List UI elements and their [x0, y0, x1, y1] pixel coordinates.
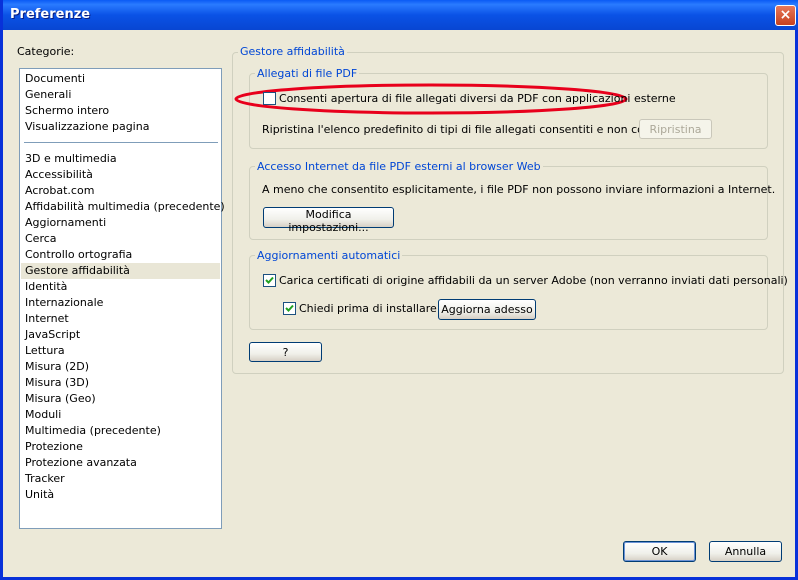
- internet-access-text: A meno che consentito esplicitamente, i …: [262, 183, 776, 196]
- ask-before-install-label: Chiedi prima di installare: [299, 302, 437, 315]
- list-separator: [24, 142, 218, 143]
- category-item[interactable]: Protezione: [25, 439, 83, 455]
- allow-attachments-checkbox[interactable]: [263, 92, 276, 105]
- category-item[interactable]: Misura (3D): [25, 375, 89, 391]
- restore-text: Ripristina l'elenco predefinito di tipi …: [262, 123, 689, 136]
- cancel-button[interactable]: Annulla: [709, 541, 782, 562]
- category-item[interactable]: Multimedia (precedente): [25, 423, 161, 439]
- internet-access-title: Accesso Internet da file PDF esterni al …: [255, 160, 543, 173]
- category-item[interactable]: Schermo intero: [25, 103, 109, 119]
- category-item[interactable]: JavaScript: [25, 327, 80, 343]
- restore-button[interactable]: Ripristina: [639, 119, 712, 139]
- checkmark-icon: [285, 304, 294, 312]
- category-item[interactable]: Aggiornamenti: [25, 215, 106, 231]
- category-item[interactable]: Misura (Geo): [25, 391, 96, 407]
- categories-list[interactable]: Documenti Generali Schermo intero Visualizz…: [19, 68, 225, 529]
- attachments-title: Allegati di file PDF: [255, 67, 360, 80]
- categories-label: Categorie:: [17, 45, 75, 58]
- category-item[interactable]: Protezione avanzata: [25, 455, 137, 471]
- category-item[interactable]: Documenti: [25, 71, 85, 87]
- category-item[interactable]: Misura (2D): [25, 359, 89, 375]
- load-certificates-label: Carica certificati di origine affidabili…: [279, 274, 788, 287]
- category-item[interactable]: Internet: [25, 311, 69, 327]
- ok-button[interactable]: OK: [623, 541, 696, 562]
- category-item[interactable]: Moduli: [25, 407, 61, 423]
- modify-settings-button[interactable]: Modifica impostazioni...: [263, 207, 394, 234]
- category-item[interactable]: Generali: [25, 87, 71, 103]
- ask-before-install-checkbox[interactable]: [283, 302, 296, 315]
- category-item-selected[interactable]: Gestore affidabilità: [21, 263, 220, 279]
- category-item[interactable]: Lettura: [25, 343, 65, 359]
- window-title: Preferenze: [10, 7, 91, 22]
- category-item[interactable]: Accessibilità: [25, 167, 93, 183]
- close-icon[interactable]: ×: [775, 5, 796, 26]
- category-item[interactable]: Visualizzazione pagina: [25, 119, 149, 135]
- category-item[interactable]: Acrobat.com: [25, 183, 94, 199]
- help-button[interactable]: ?: [249, 342, 322, 362]
- update-now-button[interactable]: Aggiorna adesso: [438, 299, 536, 320]
- category-item[interactable]: Affidabilità multimedia (precedente): [25, 199, 225, 215]
- category-item[interactable]: Internazionale: [25, 295, 103, 311]
- title-bar[interactable]: Preferenze ×: [3, 0, 798, 30]
- allow-attachments-label: Consenti apertura di file allegati diver…: [279, 92, 676, 105]
- category-item[interactable]: Identità: [25, 279, 67, 295]
- category-item[interactable]: Cerca: [25, 231, 57, 247]
- auto-updates-title: Aggiornamenti automatici: [255, 249, 403, 262]
- preferences-dialog: Preferenze × Categorie: Documenti General…: [0, 0, 798, 580]
- checkmark-icon: [265, 276, 274, 284]
- load-certificates-checkbox[interactable]: [263, 274, 276, 287]
- category-item[interactable]: 3D e multimedia: [25, 151, 117, 167]
- trust-manager-title: Gestore affidabilità: [238, 45, 347, 58]
- category-item[interactable]: Tracker: [25, 471, 65, 487]
- category-item[interactable]: Controllo ortografia: [25, 247, 132, 263]
- category-item[interactable]: Unità: [25, 487, 54, 503]
